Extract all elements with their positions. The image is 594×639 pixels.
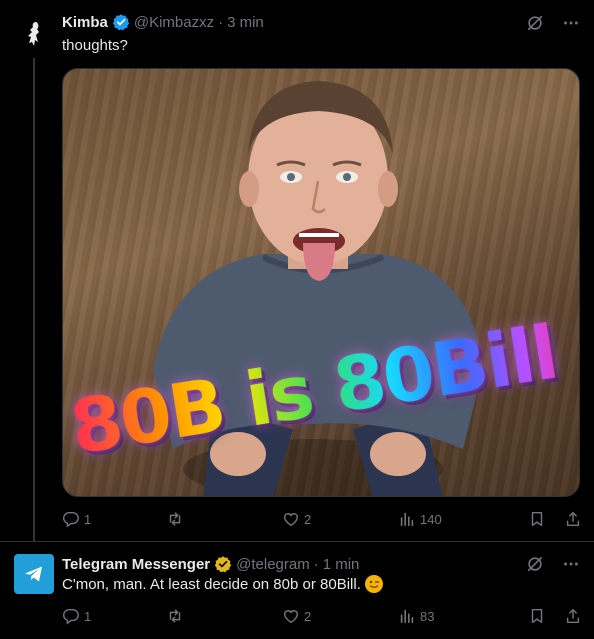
- like-button[interactable]: 2: [282, 510, 398, 528]
- bar-chart-icon: [400, 512, 414, 527]
- more-options-icon[interactable]: [562, 555, 580, 573]
- tweet-text-row: C'mon, man. At least decide on 80b or 80…: [62, 575, 383, 593]
- like-count: 2: [304, 608, 312, 624]
- bookmark-icon[interactable]: [528, 510, 546, 528]
- reply-icon: [63, 608, 79, 625]
- share-icon[interactable]: [564, 607, 582, 625]
- tweet-action-bar: 1 2 83: [62, 606, 582, 626]
- grok-icon[interactable]: [526, 555, 544, 573]
- grok-icon[interactable]: [526, 14, 544, 32]
- avatar-figure-icon: [14, 14, 54, 54]
- author-name[interactable]: Kimba: [62, 14, 108, 31]
- tweet-header: Kimba @Kimbazxz · 3 min: [62, 12, 264, 32]
- more-options-icon[interactable]: [562, 14, 580, 32]
- retweet-button[interactable]: [166, 510, 282, 528]
- winking-face-emoji-icon: [364, 575, 383, 593]
- view-count: 140: [420, 511, 442, 527]
- tweet[interactable]: Telegram Messenger @telegram · 1 min C'm…: [0, 541, 594, 639]
- like-count: 2: [304, 511, 312, 527]
- separator-dot: ·: [313, 555, 319, 573]
- tweet[interactable]: Kimba @Kimbazxz · 3 min thoughts? 80B is…: [0, 0, 594, 541]
- tweet-header-actions: [526, 13, 580, 33]
- separator-dot: ·: [218, 13, 224, 31]
- author-handle[interactable]: @Kimbazxz: [134, 14, 214, 31]
- view-count: 83: [420, 608, 435, 624]
- bar-chart-icon: [400, 609, 414, 624]
- author-name[interactable]: Telegram Messenger: [62, 556, 210, 573]
- reply-count: 1: [84, 511, 92, 527]
- author-handle[interactable]: @telegram: [236, 556, 310, 573]
- retweet-icon: [169, 609, 181, 623]
- tweet-header: Telegram Messenger @telegram · 1 min: [62, 554, 359, 574]
- reply-button[interactable]: 1: [62, 607, 166, 625]
- reply-icon: [63, 511, 79, 528]
- thread-line: [33, 58, 35, 541]
- retweet-icon: [169, 512, 181, 526]
- retweet-button[interactable]: [166, 607, 282, 625]
- verified-gold-badge-icon[interactable]: [214, 555, 232, 573]
- tweet-text: thoughts?: [62, 37, 128, 54]
- timestamp[interactable]: 3 min: [227, 14, 264, 31]
- avatar[interactable]: [14, 554, 54, 594]
- views-button[interactable]: 83: [398, 607, 518, 625]
- heart-icon: [283, 610, 299, 624]
- avatar[interactable]: [14, 14, 54, 54]
- tweet-text: C'mon, man. At least decide on 80b or 80…: [62, 575, 361, 593]
- verified-blue-badge-icon[interactable]: [112, 13, 130, 31]
- share-icon[interactable]: [564, 510, 582, 528]
- heart-icon: [283, 513, 299, 527]
- tweet-action-bar: 1 2 140: [62, 509, 582, 529]
- bookmark-icon[interactable]: [528, 607, 546, 625]
- timestamp[interactable]: 1 min: [323, 556, 360, 573]
- tweet-media-image[interactable]: 80B is 80Bill: [62, 68, 580, 497]
- tweet-header-actions: [526, 554, 580, 574]
- telegram-logo-icon: [25, 566, 42, 582]
- views-button[interactable]: 140: [398, 510, 518, 528]
- reply-count: 1: [84, 608, 92, 624]
- reply-button[interactable]: 1: [62, 510, 166, 528]
- like-button[interactable]: 2: [282, 607, 398, 625]
